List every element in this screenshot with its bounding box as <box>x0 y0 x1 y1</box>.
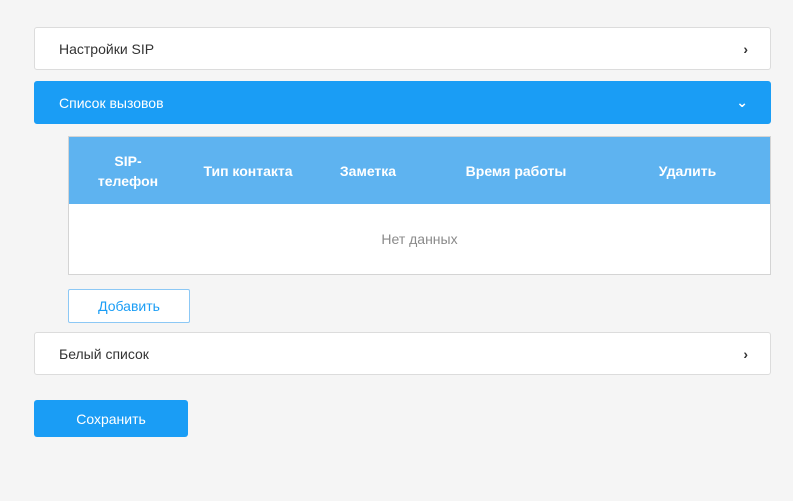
accordion-sip-settings-label: Настройки SIP <box>59 40 155 57</box>
accordion-call-list[interactable]: Список вызовов ⌄ <box>34 81 771 124</box>
column-header-work-time: Время работы <box>465 162 567 179</box>
chevron-down-icon: ⌄ <box>736 94 748 110</box>
settings-panel: Настройки SIP › Список вызовов ⌄ SIP- те… <box>10 10 793 501</box>
call-list-table: SIP- телефон Тип контакта Заметка Время … <box>68 136 771 275</box>
accordion-white-list-label: Белый список <box>59 345 149 362</box>
column-header-sip-phone: SIP- телефон <box>97 152 159 189</box>
save-button[interactable]: Сохранить <box>34 400 188 437</box>
accordion-sip-settings[interactable]: Настройки SIP › <box>34 27 771 70</box>
chevron-right-icon: › <box>743 40 748 57</box>
column-header-note: Заметка <box>339 162 397 179</box>
accordion-white-list[interactable]: Белый список › <box>34 332 771 375</box>
add-button[interactable]: Добавить <box>68 289 190 323</box>
column-header-contact-type: Тип контакта <box>203 162 293 179</box>
empty-state-text: Нет данных <box>381 231 458 247</box>
accordion-call-list-label: Список вызовов <box>59 94 164 111</box>
chevron-right-icon: › <box>743 345 748 362</box>
column-header-delete: Удалить <box>658 162 717 179</box>
table-header: SIP- телефон Тип контакта Заметка Время … <box>69 137 770 204</box>
